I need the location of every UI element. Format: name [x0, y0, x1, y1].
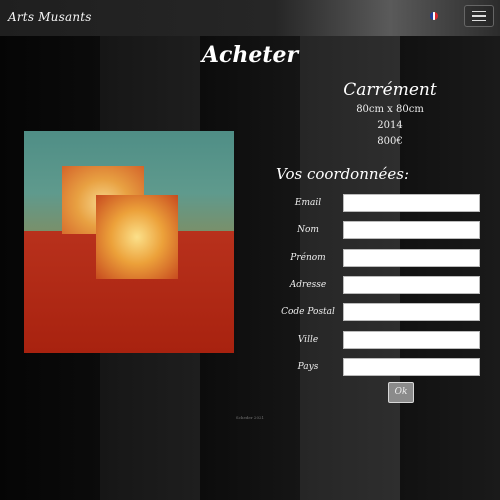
pays-field[interactable] [343, 358, 480, 376]
ville-field[interactable] [343, 331, 480, 349]
artwork-dimensions: 80cm x 80cm [356, 104, 424, 115]
code-postal-label: Code Postal [281, 307, 335, 317]
hamburger-menu-icon [472, 10, 486, 13]
artwork-title: Carrément [343, 80, 437, 100]
brand-logo[interactable]: Arts Musants [8, 10, 92, 24]
menu-toggle-button[interactable] [464, 5, 494, 27]
email-label: Email [294, 198, 322, 208]
adresse-label: Adresse [289, 280, 327, 290]
page-title: Acheter [201, 42, 299, 68]
adresse-field[interactable] [343, 276, 480, 294]
artwork-image [24, 131, 234, 353]
artwork-year: 2014 [377, 120, 403, 131]
navbar: Arts Musants [0, 0, 500, 36]
prenom-field[interactable] [343, 249, 480, 267]
french-flag-icon[interactable] [430, 12, 438, 20]
nom-field[interactable] [343, 221, 480, 239]
ville-label: Ville [297, 335, 319, 345]
pays-label: Pays [297, 362, 319, 372]
nom-label: Nom [297, 225, 319, 235]
form-title: Vos coordonnées: [276, 165, 410, 183]
email-field[interactable] [343, 194, 480, 212]
prenom-label: Prénom [290, 253, 326, 263]
ok-submit-button[interactable]: Ok [388, 382, 414, 403]
code-postal-field[interactable] [343, 303, 480, 321]
footer-note: Scheder 2021 [235, 415, 265, 420]
artwork-price: 800€ [377, 136, 403, 147]
